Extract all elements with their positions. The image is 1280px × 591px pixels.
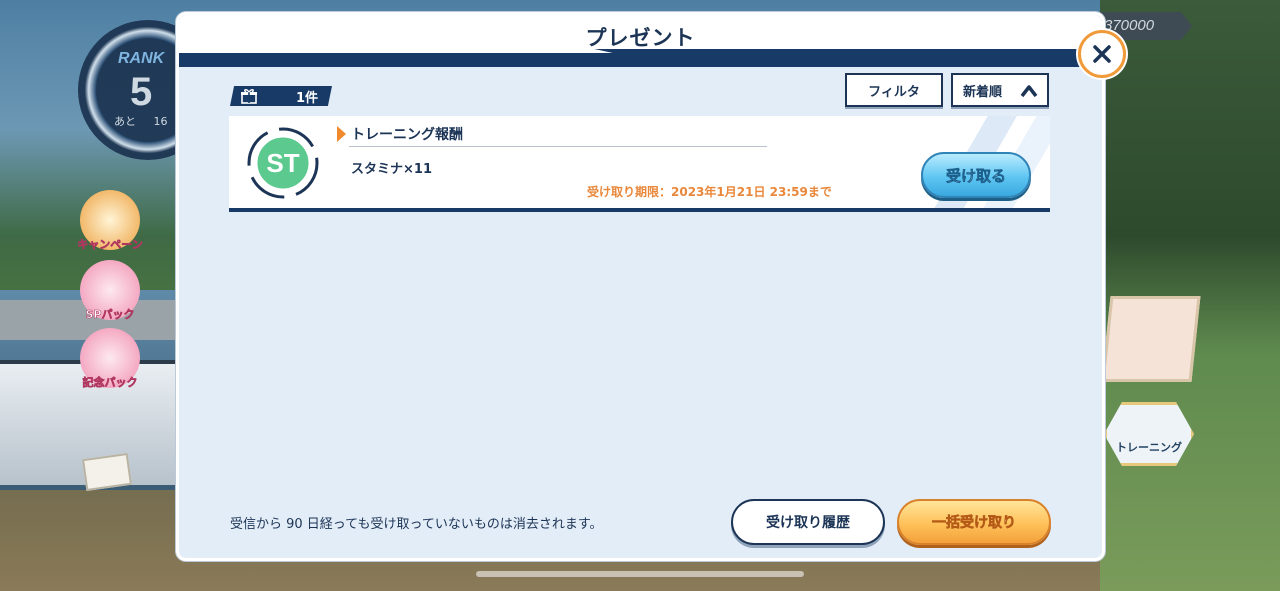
sp-pack-button[interactable]: SPパック [80, 260, 140, 321]
character-card[interactable] [1101, 296, 1201, 382]
training-button[interactable]: トレーニング [1104, 402, 1194, 466]
stamina-icon-text: ST [266, 148, 299, 178]
close-icon [1093, 45, 1111, 63]
training-label: トレーニング [1116, 441, 1182, 454]
item-name: トレーニング報酬 [351, 127, 463, 143]
count-label: 1件 [296, 91, 319, 106]
rank-value: 5 [130, 70, 153, 114]
campaign-button[interactable]: キャンペーン [77, 190, 143, 251]
gift-icon [241, 89, 257, 104]
item-divider [349, 146, 767, 147]
campaign-label: キャンペーン [77, 238, 143, 252]
home-indicator [476, 571, 804, 577]
memorial-pack-button[interactable]: 記念パック [80, 328, 140, 389]
stamina-st-icon: ST [247, 127, 319, 199]
item-description: スタミナ×11 [351, 162, 432, 177]
rank-next-prefix: あと [114, 115, 136, 128]
rank-next: あと 16 [114, 113, 167, 129]
receive-button[interactable]: 受け取る [921, 152, 1031, 198]
mail-icon[interactable] [81, 452, 133, 492]
item-deadline: 受け取り期限：2023年1月21日 23:59まで [587, 185, 832, 199]
expiry-notice: 受信から 90 日経っても受け取っていないものは消去されます。 [230, 517, 603, 532]
sort-button[interactable]: 新着順 [951, 73, 1049, 107]
close-button[interactable] [1078, 30, 1126, 78]
rank-label: RANK [118, 50, 165, 67]
history-button[interactable]: 受け取り履歴 [731, 499, 885, 545]
present-item: ST トレーニング報酬 スタミナ×11 受け取り期限：2023年1月21日 23… [229, 116, 1050, 212]
chevron-up-icon [1020, 85, 1038, 98]
bulk-receive-button[interactable]: 一括受け取り [897, 499, 1051, 545]
filter-button[interactable]: フィルタ [845, 73, 943, 107]
present-count: 1件 [230, 86, 332, 106]
memorial-pack-label: 記念パック [82, 376, 138, 390]
item-arrow-marker [337, 126, 346, 142]
sp-pack-label: SPパック [85, 308, 135, 322]
header-stripe [179, 49, 1102, 67]
dialog-title: プレゼント [585, 26, 696, 50]
sort-label: 新着順 [963, 84, 1003, 100]
rank-next-value: 16 [153, 115, 168, 128]
